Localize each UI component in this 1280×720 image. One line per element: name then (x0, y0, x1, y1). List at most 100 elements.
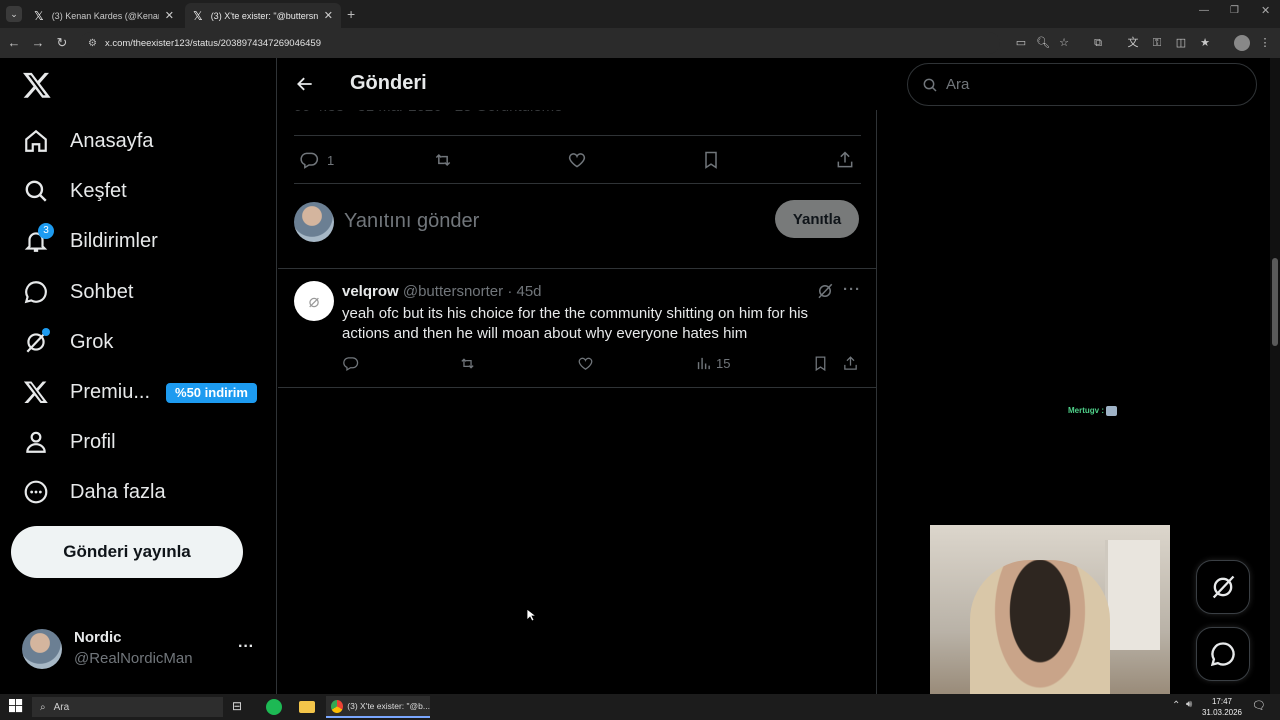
translate-icon[interactable]: 文 (1126, 36, 1140, 50)
tab-search-button[interactable]: ⌄ (6, 6, 22, 22)
more-circle-icon (22, 478, 50, 506)
share-button[interactable] (835, 150, 855, 170)
install-app-icon[interactable]: ▭ (1014, 36, 1028, 50)
tab-title: (3) X'te exister: "@buttersnorter (210, 10, 318, 21)
spotify-icon[interactable] (266, 699, 282, 715)
search-icon (22, 177, 50, 205)
back-arrow-icon[interactable] (295, 74, 315, 94)
nav-explore[interactable]: Keşfet (22, 171, 127, 211)
browser-menu-icon[interactable]: ⋮ (1258, 36, 1272, 50)
analytics-icon (697, 357, 710, 370)
forward-arrow-icon[interactable]: → (30, 35, 46, 51)
grok-icon (22, 328, 50, 356)
views-button[interactable]: 15 (695, 355, 730, 372)
x-favicon-icon: 𝕏 (34, 8, 44, 23)
nav-profile[interactable]: Profil (22, 422, 116, 462)
tab-title: (3) Kenan Kardes (@KenanKard (51, 10, 159, 21)
premium-discount-badge[interactable]: %50 indirim (166, 383, 257, 403)
repost-button[interactable] (459, 355, 476, 372)
author-name[interactable]: velqrow (342, 283, 399, 300)
tray-chevron-icon[interactable]: ⌃ (1172, 700, 1180, 711)
more-options-icon[interactable]: ··· (843, 281, 861, 298)
nav-premium[interactable]: Premiu... (22, 372, 150, 412)
account-handle: @RealNordicMan (74, 650, 193, 667)
clock-time: 17:47 (1211, 697, 1233, 706)
taskbar-search[interactable]: ⌕ Ara (32, 697, 223, 717)
account-switcher[interactable]: Nordic @RealNordicMan ··· (22, 626, 262, 672)
repost-icon (461, 358, 474, 369)
notification-center-icon[interactable]: 🗨︎ (1252, 699, 1266, 712)
profile-avatar[interactable] (1234, 35, 1250, 51)
windows-start-icon[interactable] (9, 699, 25, 715)
volume-icon[interactable]: 🔊︎ (1186, 699, 1192, 710)
reply-button[interactable]: 1 (299, 150, 334, 170)
bookmark-star-icon[interactable]: ☆ (1057, 36, 1071, 50)
grok-fab-button[interactable] (1196, 560, 1250, 614)
like-button[interactable] (567, 150, 587, 170)
share-icon (844, 356, 857, 370)
clock[interactable]: 17:47 31.03.2026 (1200, 696, 1244, 718)
address-bar[interactable]: ⚙ x.com/theexister123/status/20389743472… (80, 32, 1000, 54)
chat-icon (1210, 642, 1235, 667)
heart-icon (568, 153, 586, 168)
tweet-author-line: velqrow @buttersnorter · 45d (342, 283, 542, 300)
file-explorer-icon[interactable] (299, 701, 315, 713)
author-handle[interactable]: @buttersnorter (403, 283, 503, 300)
site-info-icon[interactable]: ⚙ (88, 38, 97, 49)
divider (278, 387, 877, 388)
back-arrow-icon[interactable]: ← (6, 35, 22, 51)
side-panel-icon[interactable]: ◫ (1174, 36, 1188, 50)
repost-button[interactable] (433, 150, 453, 170)
favorites-icon[interactable]: ★ (1198, 36, 1212, 50)
account-name: Nordic (74, 629, 122, 646)
search-icon (923, 78, 937, 92)
window-close-icon[interactable]: ✕ (1261, 4, 1270, 17)
page-header: Gönderi (278, 58, 877, 110)
task-view-icon[interactable]: ⊟ (232, 699, 248, 715)
extensions-icon[interactable]: ⧉ (1091, 36, 1105, 50)
tab-close-icon[interactable]: ✕ (324, 9, 333, 22)
window-minimize-icon[interactable]: — (1199, 5, 1209, 16)
nav-notifications[interactable]: 3 Bildirimler (22, 221, 158, 261)
password-key-icon[interactable]: ⚿ (1150, 36, 1164, 50)
tab-close-icon[interactable]: ✕ (165, 9, 174, 22)
x-favicon-icon: 𝕏 (193, 8, 203, 23)
avatar (22, 629, 62, 669)
nav-more[interactable]: Daha fazla (22, 472, 166, 512)
x-logo-icon[interactable] (22, 70, 52, 100)
nav-chat[interactable]: Sohbet (22, 272, 133, 312)
new-tab-button[interactable]: + (347, 6, 355, 22)
nav-label: Sohbet (70, 280, 134, 303)
zoom-icon[interactable]: 🔍︎ (1036, 36, 1050, 50)
reply-submit-button[interactable]: Yanıtla (775, 200, 859, 238)
reply-icon (300, 152, 319, 169)
bookmark-button[interactable] (701, 150, 721, 170)
reply-count: 1 (327, 152, 335, 168)
divider (294, 183, 861, 184)
main-column: 99 4:33 · 31 Mar 2026 · 25 Görüntüleme G… (278, 58, 877, 694)
like-button[interactable] (577, 355, 594, 372)
nav-label: Premiu... (70, 380, 151, 403)
search-input[interactable]: Ara (907, 63, 1257, 106)
reply-button[interactable] (342, 355, 359, 372)
avatar: ⌀ (294, 281, 334, 321)
grok-icon[interactable] (816, 282, 834, 300)
taskbar-chrome-app[interactable]: (3) X'te exister: "@b... (326, 696, 430, 718)
reply-tweet[interactable]: ⌀ velqrow @buttersnorter · 45d ··· yeah … (278, 269, 877, 387)
browser-tab-1[interactable]: 𝕏 (3) Kenan Kardes (@KenanKard ✕ (26, 3, 182, 28)
scrollbar-thumb[interactable] (1272, 258, 1278, 346)
nav-home[interactable]: Anasayfa (22, 121, 153, 161)
share-button[interactable] (842, 355, 859, 372)
bookmark-icon (815, 356, 826, 372)
browser-tab-2[interactable]: 𝕏 (3) X'te exister: "@buttersnorter ✕ (185, 3, 341, 28)
reply-composer-input[interactable]: Yanıtını gönder (344, 210, 479, 233)
nav-grok[interactable]: Grok (22, 322, 113, 362)
messages-fab-button[interactable] (1196, 627, 1250, 681)
reload-icon[interactable]: ↻ (54, 35, 70, 51)
post-button[interactable]: Gönderi yayınla (11, 526, 243, 578)
window-restore-icon[interactable]: ❐ (1230, 5, 1239, 16)
avatar (294, 202, 334, 242)
bookmark-button[interactable] (812, 355, 829, 372)
account-more-icon[interactable]: ··· (238, 638, 254, 656)
page-scrollbar[interactable] (1270, 58, 1280, 694)
